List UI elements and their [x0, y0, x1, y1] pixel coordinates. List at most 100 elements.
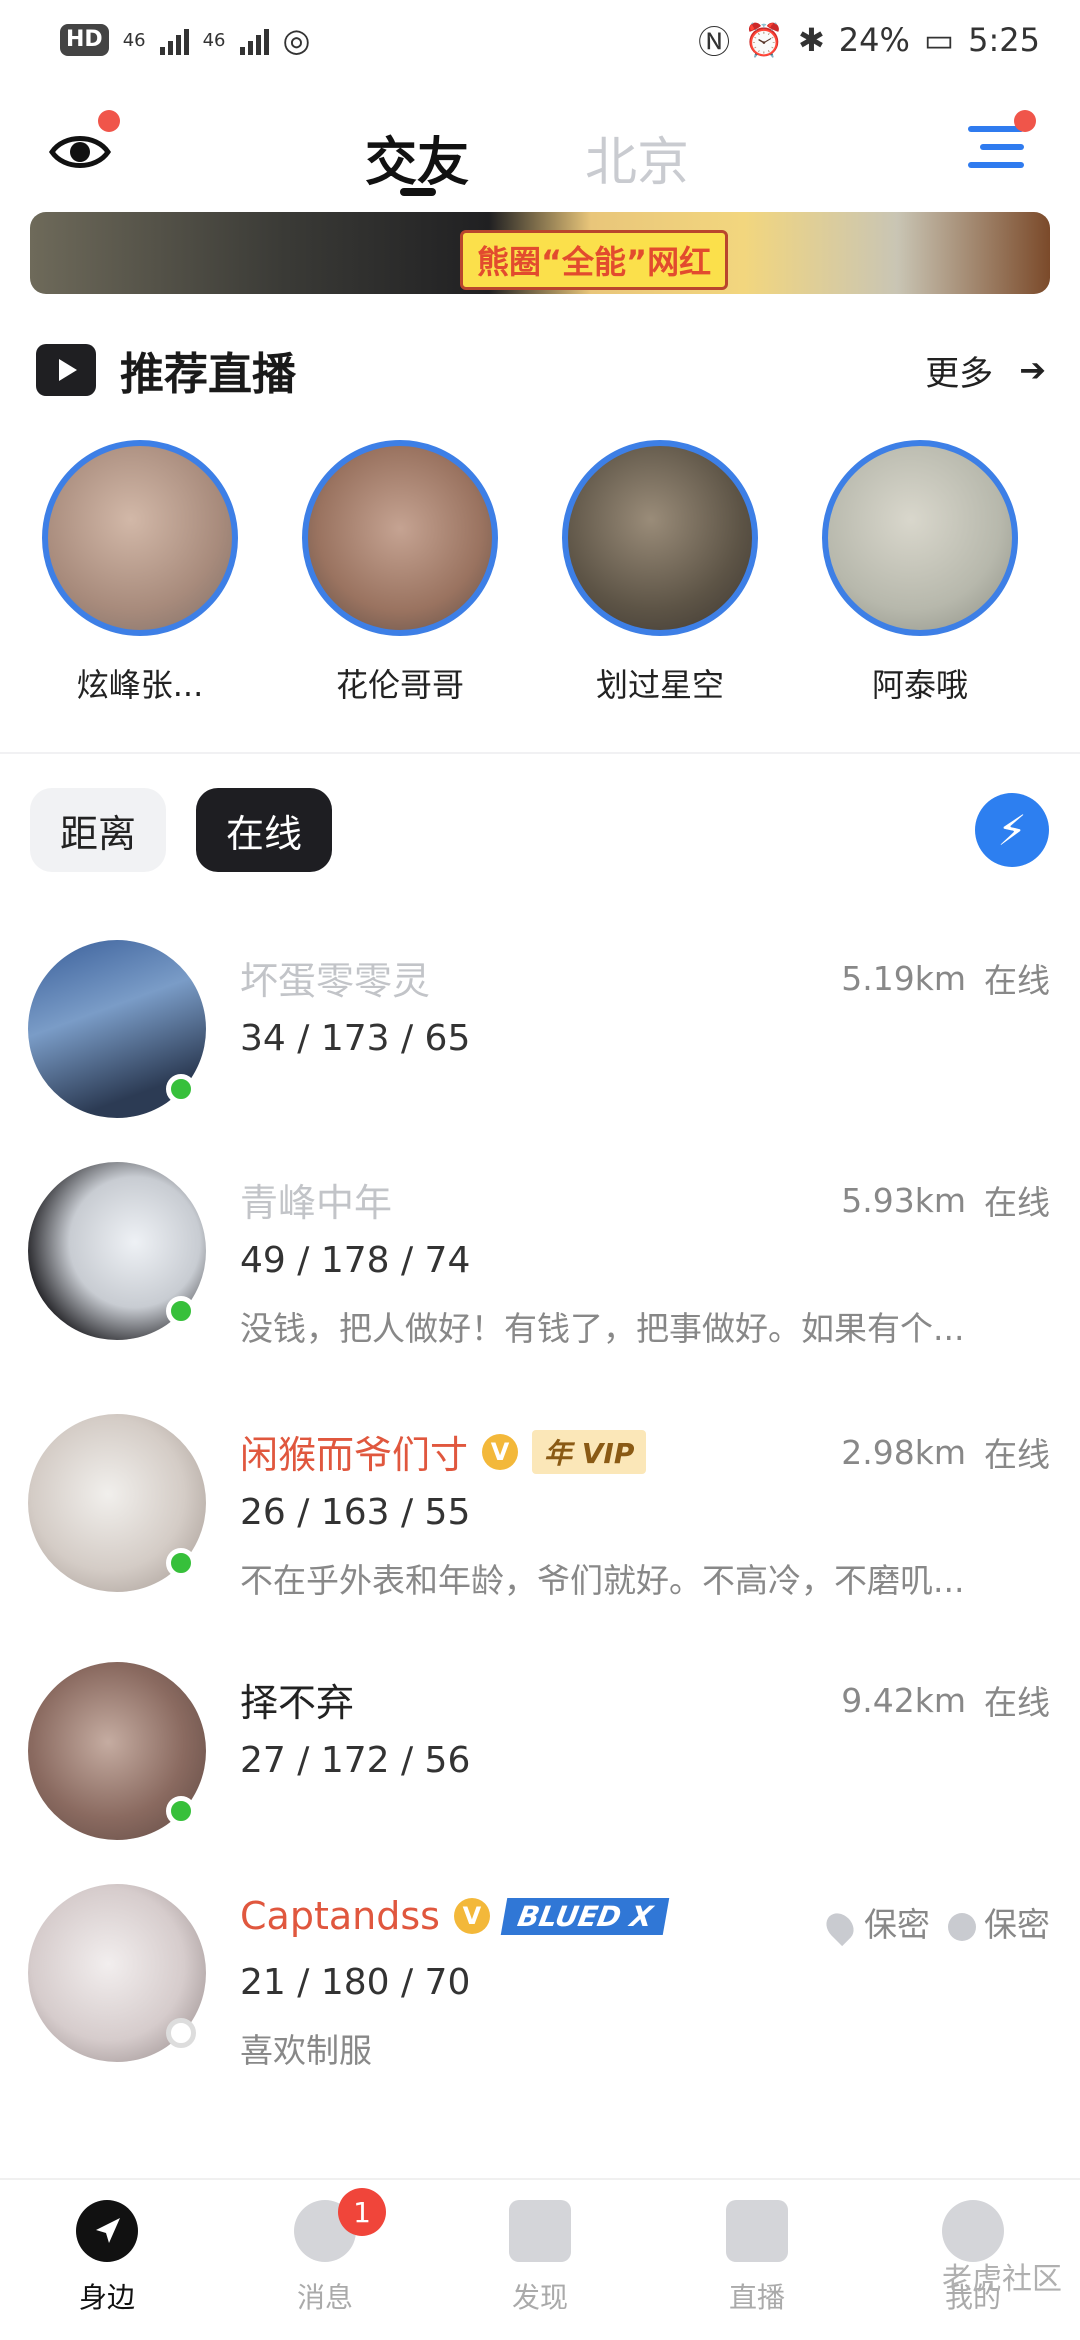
- user-stats: 21 / 180 / 70: [240, 1962, 471, 2003]
- user-name: 青峰中年: [240, 1172, 392, 1227]
- tab-friends[interactable]: 交友: [365, 120, 469, 195]
- list-item[interactable]: 坏蛋零零灵 34 / 173 / 65 5.19km 在线: [0, 930, 1080, 1150]
- location-time: 保密 保密: [820, 1898, 1050, 1946]
- filter-distance[interactable]: 距离: [30, 788, 167, 872]
- time-meta: 保密: [948, 1898, 1050, 1946]
- section-divider: [0, 752, 1080, 754]
- bluetooth-icon: ✱: [797, 21, 825, 59]
- distance: 5.93km: [841, 1180, 966, 1220]
- live-avatar: [302, 440, 498, 636]
- online-status: 在线: [984, 961, 1050, 1000]
- bottom-nav: 身边 1 消息 发现 直播 我的: [0, 2178, 1080, 2340]
- recommended-live-title: 推荐直播: [120, 349, 296, 400]
- chat-bubble-icon: 1: [294, 2188, 386, 2262]
- signal-icon: [159, 25, 189, 55]
- user-name: 坏蛋零零灵: [240, 950, 430, 1005]
- top-header: 交友 北京: [0, 80, 1080, 210]
- lightning-icon[interactable]: ⚡: [975, 793, 1049, 867]
- clock-icon: [948, 1912, 976, 1941]
- alarm-icon: ⏰: [744, 21, 784, 59]
- video-camera-icon: [726, 2200, 788, 2262]
- live-name: 划过星空: [595, 666, 724, 704]
- message-count-badge: 1: [338, 2188, 386, 2236]
- status-left: HD 46 46 ◎: [60, 21, 310, 59]
- live-item[interactable]: 炫峰张...: [40, 440, 240, 706]
- hd-indicator: HD: [60, 24, 109, 56]
- distance: 5.19km: [841, 958, 966, 998]
- distance-status: 2.98km 在线: [841, 1428, 1050, 1476]
- user-name: Captandss V BLUED X: [240, 1894, 670, 1938]
- arrow-right-icon: ➔: [1019, 351, 1046, 389]
- navigation-arrow-icon: [76, 2200, 138, 2262]
- live-carousel: 炫峰张... 花伦哥哥 划过星空 阿泰哦: [0, 440, 1080, 740]
- status-right: Ⓝ ⏰ ✱ 24% ▭ 5:25: [698, 17, 1040, 63]
- signal-icon-2: [239, 25, 269, 55]
- user-name: 闲猴而爷们寸 V 年 VIP: [240, 1424, 647, 1479]
- user-stats: 34 / 173 / 65: [240, 1018, 471, 1059]
- filter-online[interactable]: 在线: [196, 788, 333, 872]
- vip-badge: 年 VIP: [532, 1429, 647, 1474]
- user-stats: 27 / 172 / 56: [240, 1740, 471, 1781]
- nav-label: 消息: [296, 2281, 353, 2314]
- online-status: 在线: [984, 1435, 1050, 1474]
- user-name-text: 青峰中年: [240, 1181, 393, 1225]
- battery-percent: 24%: [838, 21, 910, 59]
- online-indicator: [166, 1296, 196, 1326]
- live-avatar: [42, 440, 238, 636]
- list-item[interactable]: 闲猴而爷们寸 V 年 VIP 26 / 163 / 55 不在乎外表和年龄，爷们…: [0, 1404, 1080, 1624]
- nfc-icon: Ⓝ: [698, 23, 731, 61]
- live-avatar: [562, 440, 758, 636]
- user-bio: 不在乎外表和年龄，爷们就好。不高冷，不磨叽...: [240, 1561, 965, 1600]
- distance: 9.42km: [841, 1680, 966, 1720]
- more-link[interactable]: 更多 ➔: [925, 346, 1046, 395]
- eye-icon[interactable]: [48, 110, 120, 184]
- menu-notification-dot: [1014, 110, 1036, 132]
- online-indicator: [166, 1548, 196, 1578]
- list-item[interactable]: 择不弃 27 / 172 / 56 9.42km 在线: [0, 1652, 1080, 1872]
- live-item[interactable]: 划过星空: [560, 440, 760, 706]
- network-label-1: 46: [122, 29, 146, 51]
- nav-messages[interactable]: 1 消息: [250, 2188, 400, 2316]
- verified-badge-icon: V: [482, 1433, 519, 1470]
- user-stats: 26 / 163 / 55: [240, 1492, 471, 1533]
- nav-live[interactable]: 直播: [682, 2200, 832, 2316]
- user-bio: 没钱，把人做好！有钱了，把事做好。如果有个...: [240, 1309, 965, 1348]
- video-icon: [36, 344, 96, 396]
- tab-city[interactable]: 北京: [585, 120, 689, 195]
- user-name-text: 坏蛋零零灵: [240, 959, 431, 1003]
- live-item[interactable]: 阿泰哦: [820, 440, 1020, 706]
- online-indicator: [166, 1074, 196, 1104]
- tab-indicator: [400, 188, 436, 196]
- blued-x-badge: BLUED X: [500, 1897, 670, 1935]
- live-item[interactable]: 花伦哥哥: [300, 440, 500, 706]
- promo-banner[interactable]: 熊圈“全能”网红: [30, 212, 1050, 294]
- stack-icon: [509, 2200, 571, 2262]
- time-text: 保密: [984, 1905, 1050, 1944]
- filter-bar: 距离 在线: [30, 788, 333, 872]
- banner-text: 熊圈“全能”网红: [460, 230, 729, 290]
- clock: 5:25: [968, 21, 1040, 59]
- network-label-2: 46: [202, 29, 226, 51]
- user-name: 择不弃: [240, 1672, 354, 1727]
- watermark: 老虎社区: [942, 2262, 1062, 2297]
- location-meta: 保密: [820, 1898, 930, 1946]
- recommended-live-header: 推荐直播 更多 ➔: [36, 330, 1046, 410]
- live-name: 炫峰张...: [76, 666, 204, 704]
- nav-label: 直播: [728, 2281, 785, 2314]
- online-indicator: [166, 1796, 196, 1826]
- live-name: 阿泰哦: [871, 666, 968, 704]
- list-item[interactable]: Captandss V BLUED X 21 / 180 / 70 喜欢制服 保…: [0, 1874, 1080, 2094]
- more-label: 更多: [925, 353, 994, 394]
- online-status: 在线: [984, 1683, 1050, 1722]
- distance-status: 9.42km 在线: [841, 1676, 1050, 1724]
- data-saver-icon: ◎: [282, 21, 311, 59]
- nav-discover[interactable]: 发现: [465, 2200, 615, 2316]
- distance-status: 5.93km 在线: [841, 1176, 1050, 1224]
- nav-label: 身边: [78, 2281, 135, 2314]
- menu-icon[interactable]: [968, 110, 1036, 176]
- nav-nearby[interactable]: 身边: [32, 2200, 182, 2316]
- list-item[interactable]: 青峰中年 49 / 178 / 74 没钱，把人做好！有钱了，把事做好。如果有个…: [0, 1152, 1080, 1372]
- user-name-text: 择不弃: [240, 1681, 355, 1725]
- user-bio: 喜欢制服: [240, 2031, 372, 2070]
- battery-icon: ▭: [923, 21, 955, 59]
